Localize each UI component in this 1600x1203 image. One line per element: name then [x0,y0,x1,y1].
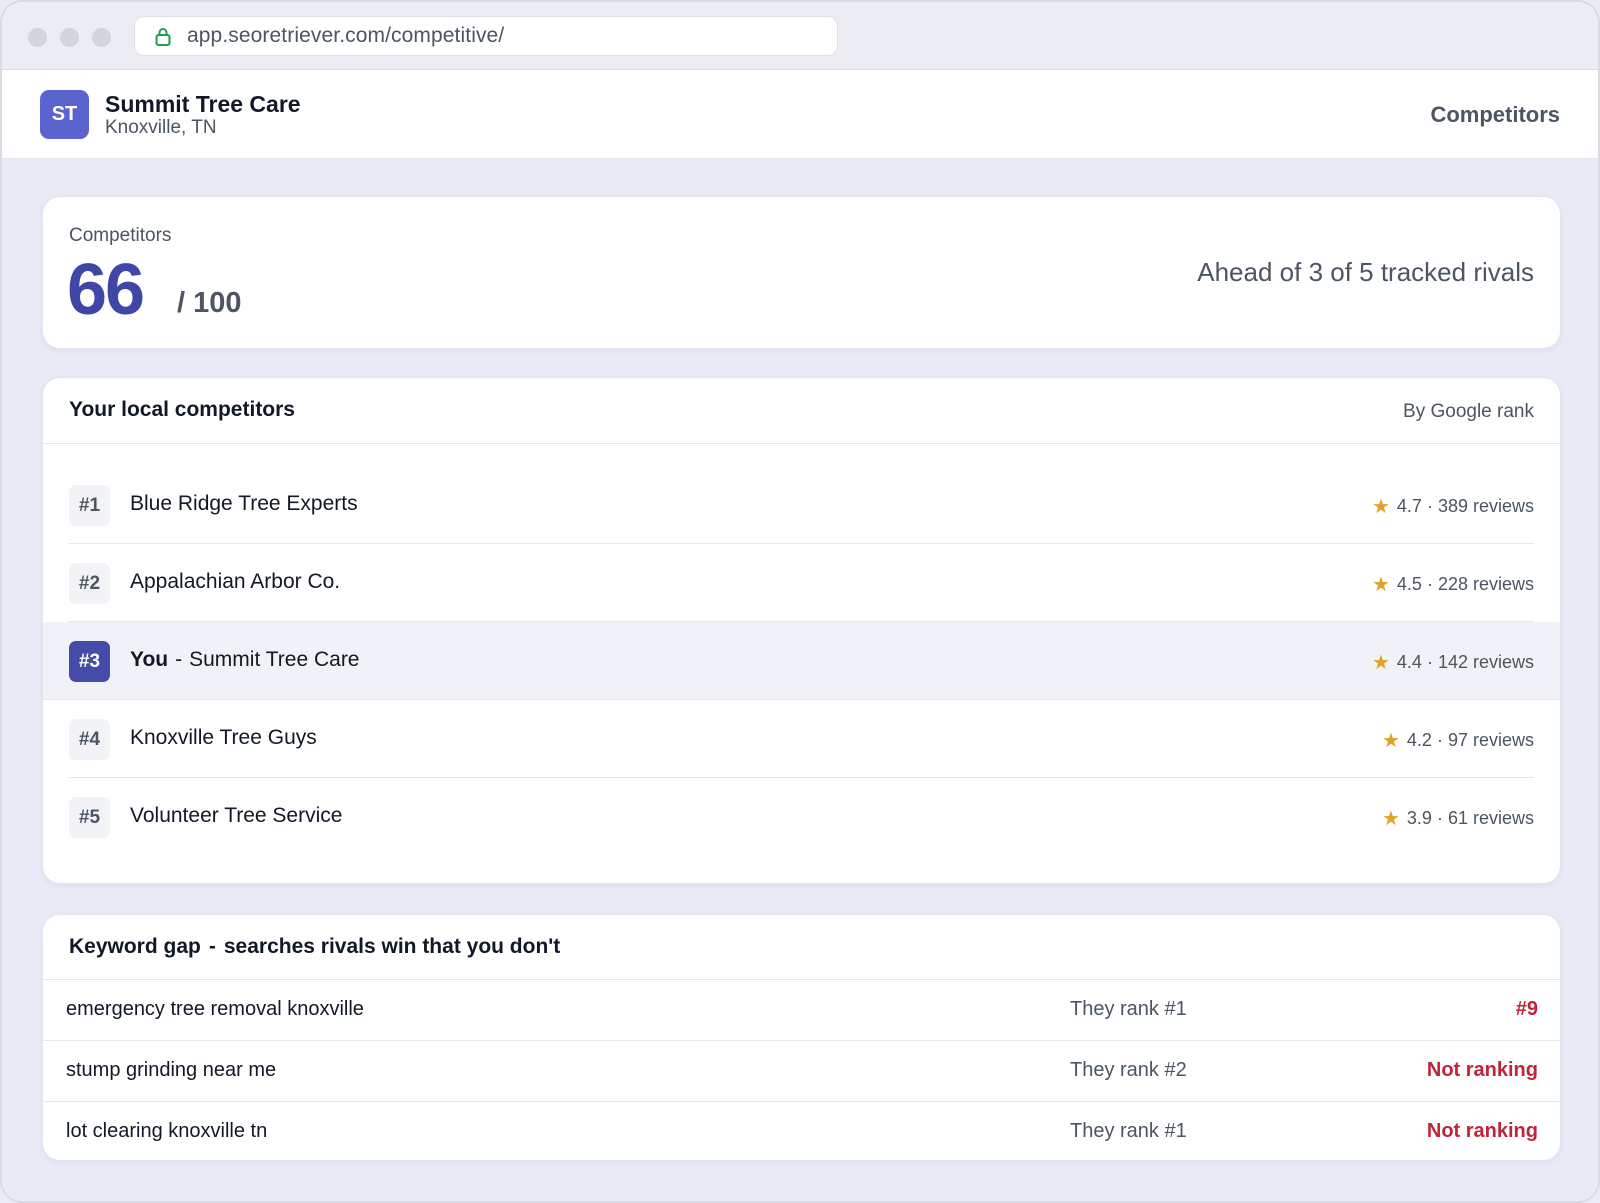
business-location: Knoxville, TN [105,117,217,138]
competitors-title: Your local competitors [69,398,295,421]
competitor-row[interactable]: #1 Blue Ridge Tree Experts ★ 4.7 · 389 r… [43,466,1560,544]
review-count: 142 reviews [1437,652,1534,672]
rating-value: 4.7 [1396,496,1422,516]
competitor-name: Knoxville Tree Guys [130,726,317,749]
rating-separator: · [1436,730,1443,750]
app-header: ST Summit Tree Care Knoxville, TN Compet… [2,70,1598,159]
window-minimize-dot[interactable] [60,28,79,47]
your-rank: Not ranking [1426,1120,1538,1142]
competitor-score-card: Competitors 66 / 100 Ahead of 3 of 5 tra… [42,196,1561,349]
rating-separator: · [1426,496,1433,516]
star-icon: ★ [1381,808,1400,830]
rating-value: 4.5 [1396,574,1422,594]
star-icon: ★ [1371,574,1390,596]
competitor-rating: ★ 4.2 · 97 reviews [1382,728,1534,753]
competitors-card-header: Your local competitors By Google rank [43,378,1560,444]
competitor-rating: ★ 3.9 · 61 reviews [1382,806,1534,831]
competitor-list: #1 Blue Ridge Tree Experts ★ 4.7 · 389 r… [43,466,1560,856]
rank-badge: #3 [69,641,110,682]
your-rank: Not ranking [1426,1059,1538,1081]
score-summary: Ahead of 3 of 5 tracked rivals [1197,257,1534,287]
keyword-row[interactable]: emergency tree removal knoxville They ra… [43,980,1560,1041]
rating-value: 4.4 [1396,652,1422,672]
rank-badge: #2 [69,563,110,604]
you-label: You [130,648,169,671]
competitor-name: Volunteer Tree Service [130,804,343,827]
rating-separator: · [1436,808,1443,828]
competitor-rating: ★ 4.5 · 228 reviews [1372,572,1534,597]
browser-window: app.seoretriever.com/competitive/ ST Sum… [0,0,1600,1203]
competitor-row[interactable]: #5 Volunteer Tree Service ★ 3.9 · 61 rev… [43,778,1560,856]
keyword-gap-header: Keyword gap - searches rivals win that you… [43,915,1560,980]
competitor-name: Appalachian Arbor Co. [130,570,341,593]
window-close-dot[interactable] [28,28,47,47]
competitor-row-you[interactable]: #3 You - Summit Tree Care ★ 4.4 · 142 revi… [43,622,1560,700]
rank-badge: #4 [69,719,110,760]
window-maximize-dot[interactable] [92,28,111,47]
rival-rank: They rank #1 [1070,998,1187,1020]
review-count: 61 reviews [1447,808,1534,828]
star-icon: ★ [1371,496,1390,518]
star-icon: ★ [1371,652,1390,674]
browser-chrome: app.seoretriever.com/competitive/ [2,2,1598,70]
name-dash: - [175,648,183,671]
review-count: 228 reviews [1437,574,1534,594]
competitors-card: Your local competitors By Google rank #1… [42,377,1561,884]
score-label: Competitors [69,225,172,246]
page-title: Competitors [1430,102,1560,127]
keyword-gap-title-main: Keyword gap [69,935,201,958]
rating-separator: · [1426,652,1433,672]
title-dash: - [208,935,216,958]
keyword-row[interactable]: stump grinding near me They rank #2 Not … [43,1041,1560,1102]
keyword-gap-card: Keyword gap - searches rivals win that you… [42,914,1561,1161]
review-count: 389 reviews [1437,496,1534,516]
competitor-row[interactable]: #2 Appalachian Arbor Co. ★ 4.5 · 228 rev… [43,544,1560,622]
keyword-row[interactable]: lot clearing knoxville tn They rank #1 N… [43,1102,1560,1160]
lock-icon [155,26,173,46]
sort-label[interactable]: By Google rank [1403,401,1534,423]
rival-rank: They rank #1 [1070,1120,1187,1142]
address-bar[interactable]: app.seoretriever.com/competitive/ [134,16,838,56]
rating-value: 4.2 [1406,730,1432,750]
avatar[interactable]: ST [40,90,89,139]
score-value: 66 [67,250,145,330]
business-name: Summit Tree Care [105,91,301,117]
star-icon: ★ [1381,730,1400,752]
own-business-name: Summit Tree Care [189,648,360,671]
rival-rank: They rank #2 [1070,1059,1187,1081]
competitor-row[interactable]: #4 Knoxville Tree Guys ★ 4.2 · 97 review… [43,700,1560,778]
address-url: app.seoretriever.com/competitive/ [187,24,505,47]
competitor-name: You - Summit Tree Care [130,648,360,672]
rank-badge: #1 [69,485,110,526]
keyword-text: stump grinding near me [66,1059,277,1081]
review-count: 97 reviews [1447,730,1534,750]
keyword-text: lot clearing knoxville tn [66,1120,268,1142]
competitor-rating: ★ 4.4 · 142 reviews [1372,650,1534,675]
rating-separator: · [1426,574,1433,594]
score-max: / 100 [177,287,242,319]
competitor-name: Blue Ridge Tree Experts [130,492,358,515]
keyword-gap-title: Keyword gap - searches rivals win that you… [69,935,560,959]
your-rank: #9 [1515,998,1538,1020]
rank-badge: #5 [69,797,110,838]
keyword-gap-title-sub: searches rivals win that you don't [223,935,561,958]
keyword-text: emergency tree removal knoxville [66,998,364,1020]
rating-value: 3.9 [1406,808,1432,828]
competitor-rating: ★ 4.7 · 389 reviews [1372,494,1534,519]
